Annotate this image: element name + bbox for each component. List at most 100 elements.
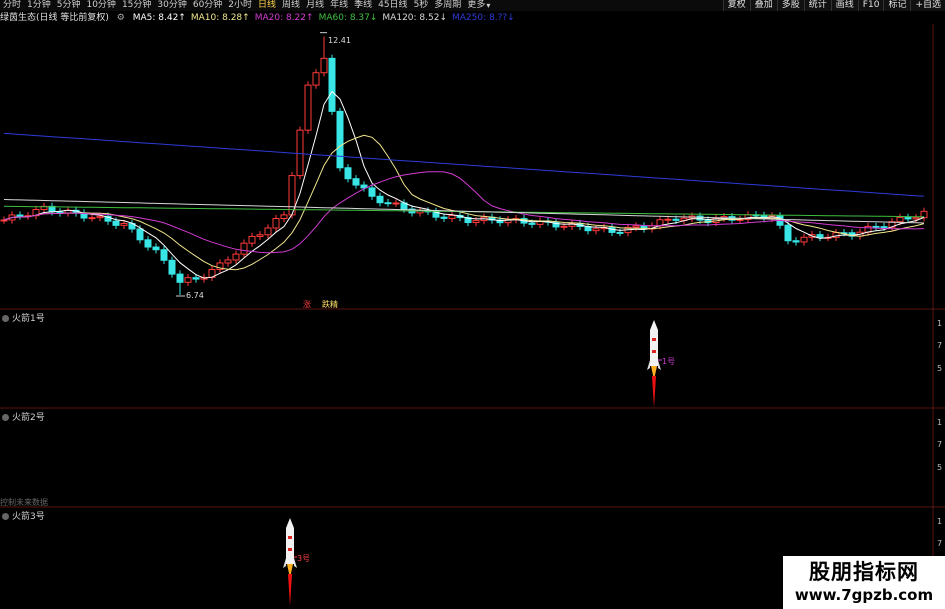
ma250-line <box>3 132 925 197</box>
period-tab-9[interactable]: 周线 <box>279 0 303 11</box>
toolbar-button-3[interactable]: 统计 <box>803 0 831 11</box>
period-tab-8[interactable]: 日线 <box>255 0 279 11</box>
candle-body <box>248 235 256 244</box>
axis-tick: 1 <box>937 319 943 328</box>
high-price-label: 12.41 <box>328 36 351 45</box>
rocket1-icon <box>647 320 661 408</box>
period-tab-14[interactable]: 5秒 <box>411 0 432 11</box>
candle-body <box>176 273 184 283</box>
watermark-url: www.7gpzb.com <box>794 586 934 604</box>
ma-legend-item-4: MA120: 8.52↓ <box>382 13 447 23</box>
candle-body <box>376 195 384 204</box>
candle-body <box>120 223 128 226</box>
toolbar-button-0[interactable]: 复权 <box>722 0 750 11</box>
period-tab-7[interactable]: 2小时 <box>225 0 255 11</box>
candle-body <box>144 239 152 248</box>
chevron-down-icon[interactable]: ▾ <box>486 1 490 10</box>
candle-body <box>912 217 920 220</box>
pane-dot-icon <box>2 513 9 520</box>
period-tab-12[interactable]: 季线 <box>351 0 375 11</box>
candle-body <box>528 222 536 225</box>
period-tab-10[interactable]: 月线 <box>303 0 327 11</box>
watermark-title: 股朋指标网 <box>809 560 919 584</box>
period-toolbar: 分时 1分钟 5分钟 10分钟 15分钟 30分钟 60分钟 2小时 日线 周线 月线 年线 季线 45日… <box>0 0 945 11</box>
candle-body <box>632 225 640 228</box>
candle-body <box>224 259 232 264</box>
period-tab-13[interactable]: 45日线 <box>375 0 410 11</box>
candle-body <box>152 246 160 251</box>
toolbar-button-5[interactable]: F10 <box>857 0 884 11</box>
candle-body <box>304 84 312 131</box>
ma-legend-item-3: MA60: 8.37↓ <box>318 13 378 23</box>
ma5-line <box>3 90 925 279</box>
pane1-title[interactable]: 火箭1号 <box>2 311 45 324</box>
ma-legend: 绿茵生态(日线 等比前复权) ⚙ MA5: 8.42↑ MA10: 8.28↑ MA… <box>0 12 520 24</box>
toolbar-button-7[interactable]: +自选 <box>910 0 945 11</box>
axis-tick: 5 <box>937 463 943 472</box>
ma-legend-item-5: MA250: 8.??↓ <box>452 13 515 23</box>
candle-body <box>328 57 336 112</box>
period-tab-1[interactable]: 1分钟 <box>24 0 54 11</box>
stock-title: 绿茵生态(日线 等比前复权) <box>0 13 109 23</box>
candle-body <box>272 218 280 229</box>
pane3-title[interactable]: 火箭3号 <box>2 509 45 522</box>
period-tab-11[interactable]: 年线 <box>327 0 351 11</box>
dietie-tag: 跌精 <box>322 300 338 309</box>
ma-legend-item-0: MA5: 8.42↑ <box>132 13 186 23</box>
axis-tick: 7 <box>937 539 943 548</box>
toolbar-button-1[interactable]: 叠加 <box>749 0 777 11</box>
period-tab-5[interactable]: 30分钟 <box>154 0 189 11</box>
candle-body <box>784 224 792 242</box>
candle-body <box>592 228 600 232</box>
candle-body <box>792 240 800 243</box>
candle-body <box>96 215 104 219</box>
candle-body <box>312 72 320 86</box>
candle-body <box>560 225 568 228</box>
candle-body <box>800 236 808 243</box>
axis-tick: 7 <box>937 440 943 449</box>
axis-tick: 5 <box>937 364 943 373</box>
rocket3-label: 3号 <box>297 554 311 563</box>
candle-body <box>384 202 392 205</box>
period-tab-3[interactable]: 10分钟 <box>83 0 118 11</box>
period-tab-6[interactable]: 60分钟 <box>190 0 225 11</box>
candle-body <box>368 187 376 197</box>
pane2-title[interactable]: 火箭2号 <box>2 410 45 423</box>
candle-body <box>280 214 288 220</box>
toolbar-button-2[interactable]: 多股 <box>776 0 804 11</box>
candle-body <box>88 217 96 220</box>
no-future-label: 控制未来数据 <box>0 498 48 507</box>
candle-body <box>816 234 824 238</box>
candle-body <box>256 234 264 237</box>
period-tab-2[interactable]: 5分钟 <box>54 0 84 11</box>
ma-legend-item-2: MA20: 8.22↑ <box>254 13 314 23</box>
period-tab-16[interactable]: 更多 <box>464 0 488 11</box>
candle-body <box>168 259 176 275</box>
candle-body <box>664 218 672 221</box>
axis-tick: 1 <box>937 517 943 526</box>
toolbar-button-4[interactable]: 画线 <box>830 0 858 11</box>
kline-chart[interactable] <box>0 0 945 609</box>
pane-dot-icon <box>2 315 9 322</box>
toolbar-button-6[interactable]: 标记 <box>883 0 911 11</box>
candle-body <box>616 231 624 234</box>
period-tab-4[interactable]: 15分钟 <box>119 0 154 11</box>
settings-icon[interactable]: ⚙ <box>117 13 125 23</box>
candle-body <box>112 220 120 226</box>
axis-tick: 1 <box>937 418 943 427</box>
ma-legend-item-1: MA10: 8.28↑ <box>190 13 250 23</box>
candle-body <box>880 226 888 229</box>
candle-body <box>872 225 880 228</box>
ma120-line <box>3 199 925 224</box>
period-tab-0[interactable]: 分时 <box>0 0 24 11</box>
period-tab-15[interactable]: 多周期 <box>431 0 464 11</box>
candle-body <box>336 110 344 169</box>
candle-body <box>160 249 168 261</box>
zhang-tag: 涨 <box>303 300 311 309</box>
low-price-label: 6.74 <box>186 291 204 300</box>
watermark: 股朋指标网 www.7gpzb.com <box>783 556 945 609</box>
axis-tick: 7 <box>937 341 943 350</box>
toolbar-buttons: 复权 叠加 多股 统计 画线 F10 标记 +自选 <box>722 0 945 11</box>
candle-body <box>264 227 272 236</box>
candle-body <box>136 228 144 241</box>
